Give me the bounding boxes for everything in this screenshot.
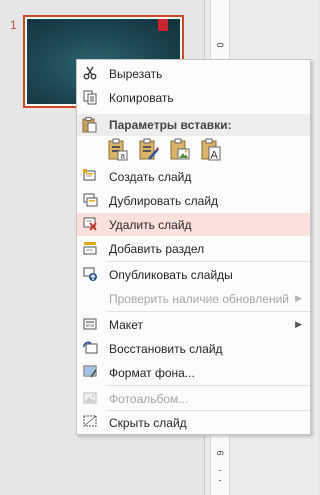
menu-item-new-slide[interactable]: Создать слайд: [77, 165, 310, 188]
menu-item-layout[interactable]: Макет ▶: [77, 313, 310, 336]
copy-icon: [82, 89, 98, 105]
menu-separator: [107, 385, 310, 386]
ruler-tick: [219, 470, 221, 471]
menu-item-reset-slide[interactable]: Восстановить слайд: [77, 337, 310, 360]
menu-item-duplicate-slide[interactable]: Дублировать слайд: [77, 189, 310, 212]
keep-text-only-icon[interactable]: A: [200, 138, 222, 162]
menu-item-label: Фотоальбом...: [109, 392, 189, 406]
paste-options-row: a A: [107, 138, 222, 164]
menu-item-label: Копировать: [109, 91, 174, 105]
menu-item-label: Формат фона...: [109, 366, 195, 380]
layout-icon: [82, 316, 98, 332]
picture-icon[interactable]: [169, 138, 191, 162]
submenu-arrow-icon: ▶: [295, 293, 302, 303]
paste-option-letter: A: [211, 150, 219, 162]
slide-decoration: [158, 19, 168, 31]
reset-slide-icon: [82, 340, 98, 356]
menu-item-label: Создать слайд: [109, 170, 192, 184]
keep-source-formatting-icon[interactable]: [138, 138, 160, 162]
submenu-arrow-icon: ▶: [295, 319, 302, 329]
ruler-number: 0: [215, 42, 225, 48]
menu-item-publish-slides[interactable]: Опубликовать слайды: [77, 263, 310, 286]
menu-item-format-background[interactable]: Формат фона...: [77, 361, 310, 384]
menu-separator: [107, 261, 310, 262]
menu-item-photo-album[interactable]: Фотоальбом...: [77, 387, 310, 410]
menu-item-copy[interactable]: Копировать: [77, 86, 310, 109]
scissors-icon: [82, 65, 98, 81]
ruler-number: 6: [215, 450, 225, 456]
menu-item-delete-slide[interactable]: Удалить слайд: [77, 213, 310, 236]
context-menu: Вырезать Копировать Параметры вставки: a…: [76, 59, 311, 435]
paste-options-label: Параметры вставки:: [109, 118, 232, 132]
menu-item-label: Удалить слайд: [109, 218, 192, 232]
duplicate-slide-icon: [82, 192, 98, 208]
ruler-tick: [219, 480, 221, 481]
menu-item-check-for-updates[interactable]: Проверить наличие обновлений ▶: [77, 287, 310, 310]
slide-number: 1: [10, 18, 17, 32]
paste-icon: [82, 117, 97, 136]
menu-item-label: Проверить наличие обновлений: [109, 292, 289, 306]
new-slide-icon: [82, 168, 98, 184]
menu-item-cut[interactable]: Вырезать: [77, 62, 310, 85]
format-background-icon: [82, 364, 98, 380]
menu-item-label: Вырезать: [109, 67, 163, 81]
publish-slides-icon: [82, 266, 98, 282]
menu-item-label: Дублировать слайд: [109, 194, 219, 208]
photo-album-icon: [82, 390, 98, 406]
menu-item-hide-slide[interactable]: Скрыть слайд: [77, 411, 310, 434]
menu-item-add-section[interactable]: Добавить раздел: [77, 237, 310, 260]
hide-slide-icon: [82, 414, 98, 430]
add-section-icon: [82, 240, 98, 256]
menu-item-label: Скрыть слайд: [109, 416, 187, 430]
menu-item-label: Добавить раздел: [109, 242, 205, 256]
delete-slide-icon: [82, 216, 98, 232]
menu-separator: [107, 311, 310, 312]
menu-item-label: Восстановить слайд: [109, 342, 223, 356]
paste-options-header: Параметры вставки:: [77, 114, 310, 136]
menu-item-label: Опубликовать слайды: [109, 268, 233, 282]
paste-option-letter: a: [121, 152, 126, 161]
menu-item-label: Макет: [109, 318, 143, 332]
use-destination-theme-icon[interactable]: a: [107, 138, 129, 162]
